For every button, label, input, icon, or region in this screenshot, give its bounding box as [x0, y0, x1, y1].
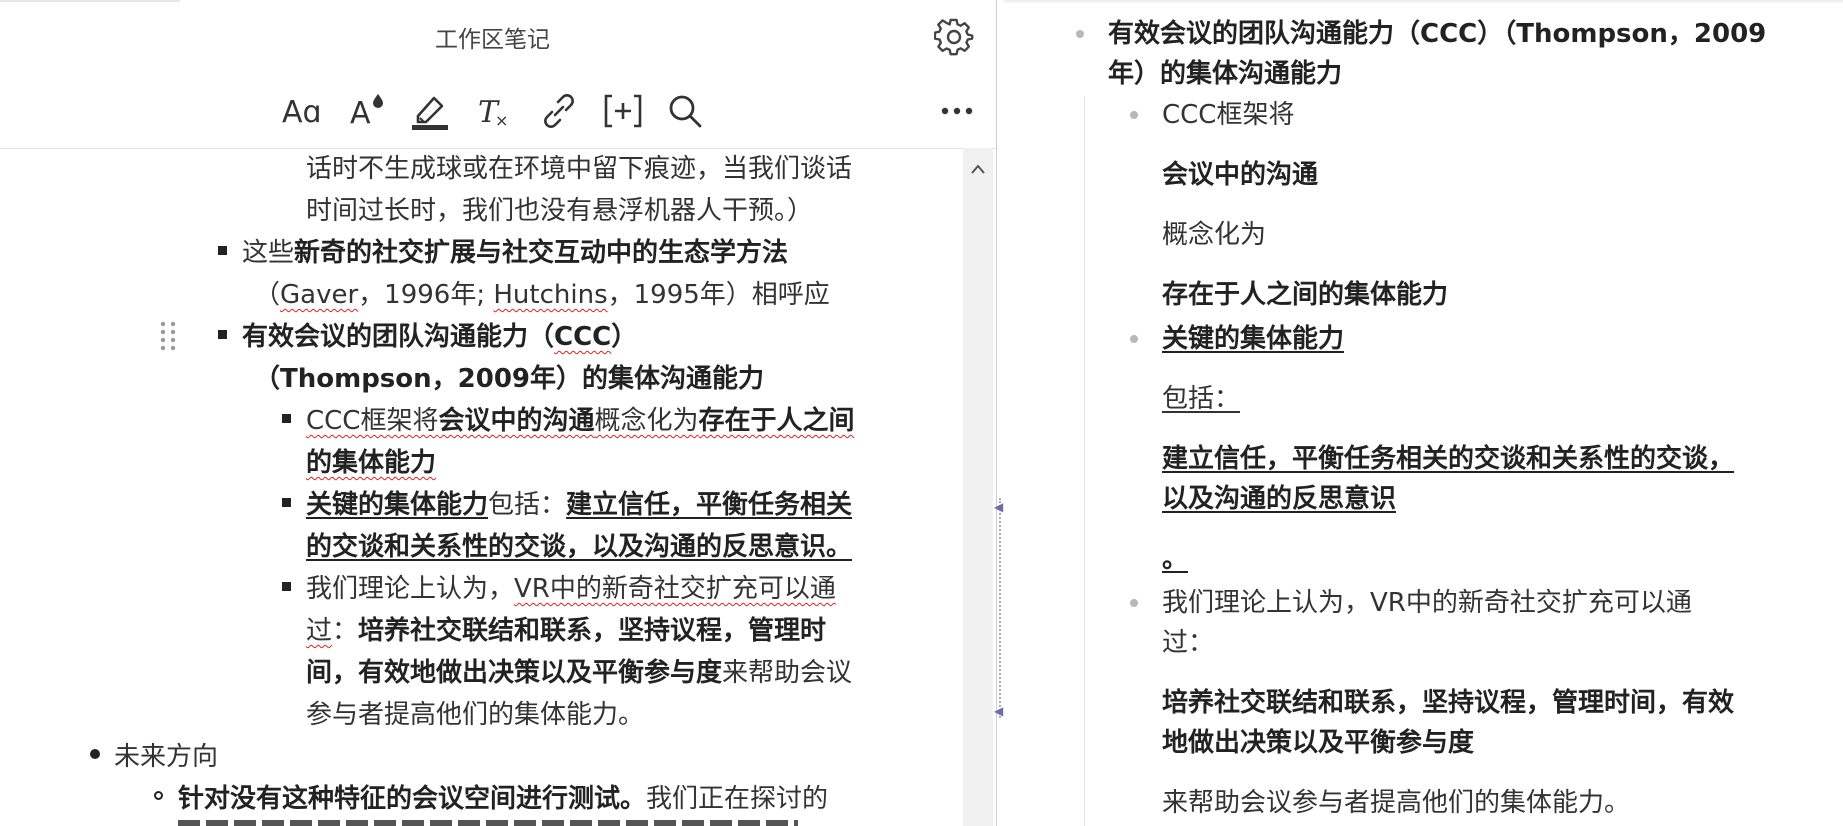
text-run: 来帮助会议	[722, 658, 853, 688]
text-line: 时间过长时，我们也没有悬浮机器人干预。）	[306, 196, 814, 226]
notes-header: 工作区笔记	[0, 0, 1000, 75]
text-line: （Thompson，2009年）的集体沟通能力	[254, 364, 765, 394]
resize-left-arrow-icon[interactable]: ◀	[994, 704, 1003, 718]
text-line: 的交谈和关系性的交谈，以及沟通的反思意识。	[306, 532, 853, 562]
note-editor[interactable]: 话时不生成球或在环境中留下痕迹，当我们谈话 时间过长时，我们也没有悬浮机器人干预…	[0, 148, 962, 826]
text-line: 的集体能力	[306, 442, 436, 484]
outline-text: 建立信任，平衡任务相关的交谈和关系性的交谈，	[1162, 444, 1735, 474]
outline-text: 过：	[1162, 628, 1215, 658]
text-run: （	[254, 280, 281, 310]
text-line: 过：培养社交联结和联系，坚持议程，管理时	[306, 610, 826, 652]
insert-link-icon[interactable]	[602, 90, 644, 132]
svg-text:×: ×	[495, 111, 508, 130]
bold-text: 存在于人之间	[698, 406, 855, 436]
bullet-disc	[90, 749, 100, 759]
text-run: 我们正在探讨的	[646, 784, 829, 814]
bullet-dot	[1130, 599, 1138, 607]
notes-pane: 工作区笔记 Aɑ A T × 话时不生成球或在环境中留下痕迹，当我们谈话 时间过…	[0, 0, 1000, 826]
outline-heading: 年）的集体沟通能力	[1108, 59, 1343, 89]
outline-item: 我们理论上认为，VR中的新奇社交扩充可以通	[1162, 588, 1692, 618]
misspelled-word[interactable]: Gaver	[280, 280, 358, 310]
bullet-square	[282, 414, 291, 423]
drag-handle-icon[interactable]	[158, 320, 180, 365]
gear-icon[interactable]	[933, 17, 974, 57]
bold-underlined-text: 建立信任，平衡任务相关	[566, 490, 853, 520]
list-item: 有效会议的团队沟通能力（CCC）	[242, 316, 637, 358]
outline-text: 。	[1162, 544, 1189, 574]
more-options-icon[interactable]	[940, 90, 976, 132]
page-title: 工作区笔记	[435, 27, 550, 53]
resize-left-arrow-icon[interactable]: ◀	[994, 500, 1003, 514]
link-icon[interactable]	[538, 90, 578, 132]
font-color-icon[interactable]: A	[350, 90, 386, 132]
outline-text: 存在于人之间的集体能力	[1162, 280, 1449, 310]
bullet-dot	[1130, 111, 1138, 119]
bullet-square	[282, 498, 291, 507]
svg-text:Aɑ: Aɑ	[282, 95, 322, 130]
bullet-circle	[154, 791, 163, 800]
bold-text: 的集体能力	[306, 448, 437, 478]
text-run: CCC框架将	[306, 406, 439, 436]
text-run: 概念化为	[594, 406, 699, 436]
search-icon[interactable]	[666, 90, 706, 132]
text-line: （Gaver，1996年; Hutchins，1995年）相呼应	[254, 274, 830, 316]
bold-text: 间，有效地做出决策以及平衡参与度	[306, 658, 723, 688]
outline-text: 培养社交联结和联系，坚持议程，管理时间，有效	[1162, 688, 1735, 718]
outline-text: 概念化为	[1162, 220, 1267, 250]
text-run: 这些	[242, 238, 295, 268]
bold-text: 针对没有这种特征的会议空间进行测试。	[178, 784, 647, 814]
misspelled-word[interactable]: CCC	[554, 322, 611, 352]
text-run: ，1995年）相呼应	[607, 280, 830, 310]
font-icon[interactable]: Aɑ	[282, 90, 322, 132]
list-item: 我们理论上认为，VR中的新奇社交扩充可以通	[306, 568, 836, 610]
text-run: 有效会议的团队沟通能力（	[242, 322, 555, 352]
outline-item: 关键的集体能力	[1162, 324, 1345, 354]
outline-text: 来帮助会议参与者提高他们的集体能力。	[1162, 788, 1631, 818]
text-run: ）	[611, 322, 638, 352]
outline-text: 包括：	[1162, 384, 1241, 414]
list-item: 未来方向	[114, 742, 219, 772]
text-run: ，1996年;	[358, 280, 494, 310]
outline-heading: 有效会议的团队沟通能力（CCC）（Thompson，2009	[1108, 19, 1767, 49]
list-item: 这些新奇的社交扩展与社交互动中的生态学方法	[242, 232, 788, 274]
outline-text: 会议中的沟通	[1162, 160, 1319, 190]
bullet-dot	[1130, 335, 1138, 343]
highlight-icon[interactable]	[410, 90, 450, 132]
outline-text: 以及沟通的反思意识	[1162, 484, 1397, 514]
bold-text: 培养社交联结和联系，坚持议程，管理时	[358, 616, 827, 646]
text-run: 我们理论上认为，	[306, 574, 515, 604]
bullet-square	[218, 246, 227, 255]
outline-text: 地做出决策以及平衡参与度	[1162, 728, 1475, 758]
misspelled-word[interactable]: Hutchins	[493, 280, 607, 310]
text-line: 参与者提高他们的集体能力。	[306, 700, 645, 730]
misspelled-word[interactable]: 过	[306, 616, 332, 646]
svg-text:A: A	[350, 96, 371, 131]
clipped-text-line	[178, 820, 878, 826]
bullet-square	[282, 582, 291, 591]
list-item: CCC框架将会议中的沟通概念化为存在于人之间	[306, 400, 855, 442]
bold-underlined-text: 关键的集体能力	[306, 490, 489, 520]
bullet-dot	[1076, 30, 1084, 38]
list-item: 关键的集体能力包括：建立信任，平衡任务相关	[306, 484, 852, 526]
bold-text: 会议中的沟通	[438, 406, 595, 436]
format-toolbar: Aɑ A T ×	[0, 74, 1000, 149]
scrollbar[interactable]	[963, 148, 993, 826]
misspelled-word[interactable]: VR中的新奇社交扩充可以通	[514, 574, 836, 604]
text-line: 话时不生成球或在环境中留下痕迹，当我们谈话	[306, 154, 853, 184]
text-line: 间，有效地做出决策以及平衡参与度来帮助会议	[306, 652, 852, 694]
outline-item: CCC框架将	[1162, 100, 1295, 130]
header-top-border	[0, 0, 180, 2]
text-run: 包括：	[488, 490, 567, 520]
clear-format-icon[interactable]: T ×	[478, 90, 514, 132]
outline-preview-pane: 有效会议的团队沟通能力（CCC）（Thompson，2009 年）的集体沟通能力…	[1004, 0, 1843, 826]
pane-top-shadow	[1004, 0, 1843, 4]
list-item: 针对没有这种特征的会议空间进行测试。我们正在探讨的	[178, 778, 828, 820]
scroll-up-arrow-icon[interactable]	[970, 160, 986, 179]
text-run: ：	[332, 616, 359, 646]
bold-text: 新奇的社交扩展与社交互动中的生态学方法	[294, 238, 789, 268]
indent-guide	[1084, 96, 1085, 826]
bullet-square	[218, 330, 227, 339]
